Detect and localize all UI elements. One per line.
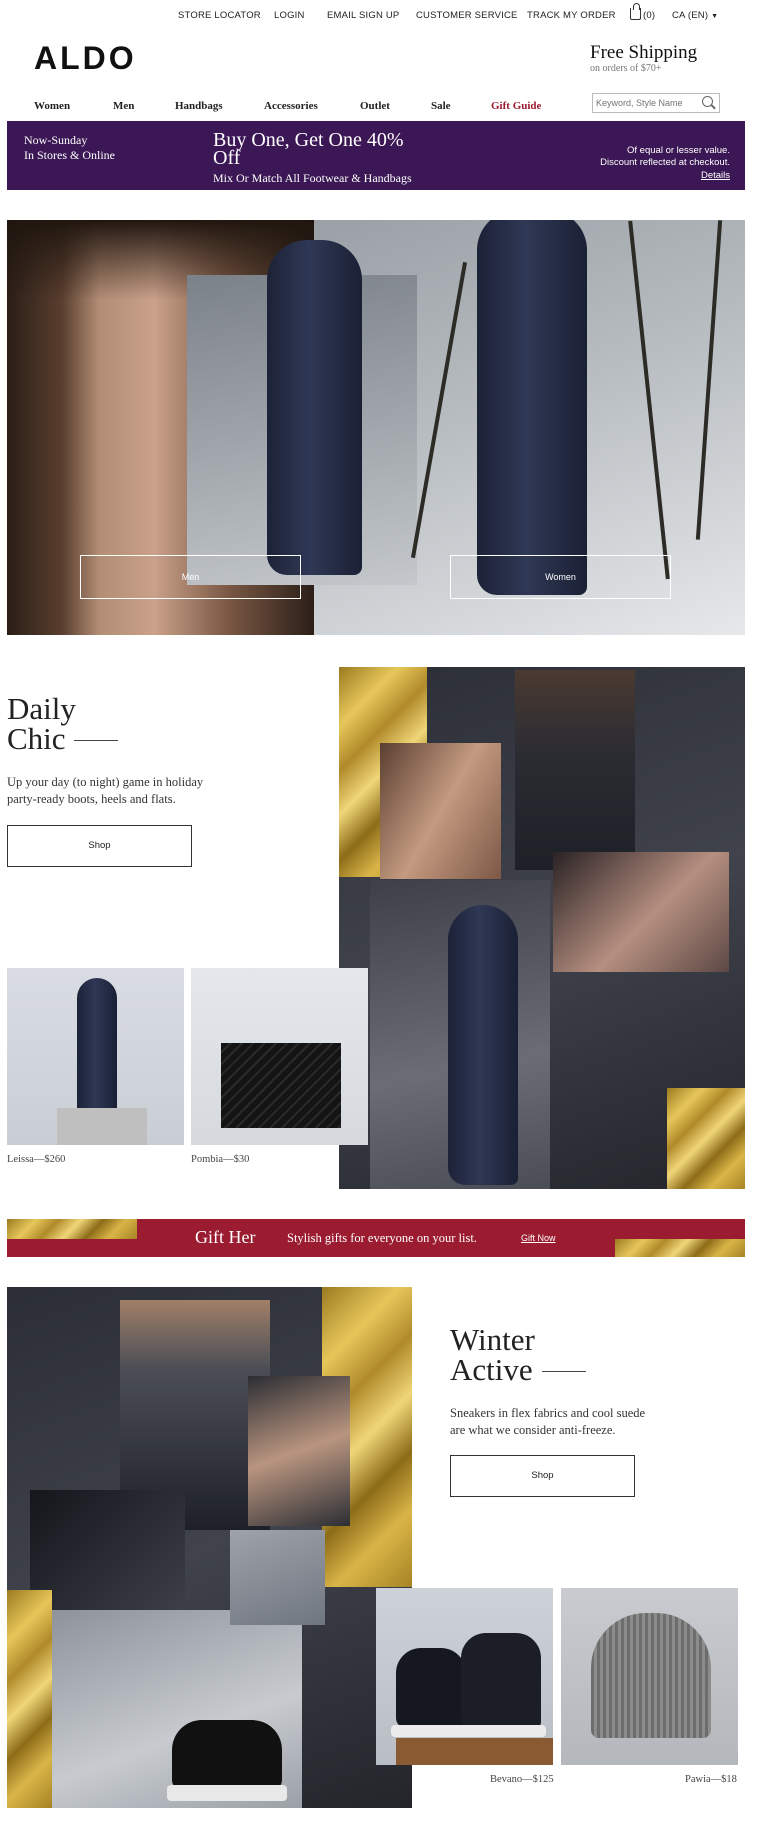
winter-active-shop-button[interactable]: Shop [450, 1455, 635, 1497]
sneaker-image [396, 1648, 466, 1728]
store-locator-link[interactable]: STORE LOCATOR [178, 10, 261, 21]
promo-subline: Mix Or Match All Footwear & Handbags [213, 171, 412, 185]
bag-count[interactable]: (0) [643, 10, 655, 21]
daily-chic-text-line2: party-ready boots, heels and flats. [7, 792, 176, 806]
clutch-bag [221, 1043, 341, 1128]
title-divider [74, 740, 118, 741]
daily-chic-title-line2: Chic [7, 721, 66, 756]
nav-item-sale[interactable]: Sale [431, 100, 451, 112]
boot-image-left [267, 240, 362, 575]
search-icon[interactable] [702, 96, 713, 107]
promo-terms-line1: Of equal or lesser value. [627, 145, 730, 156]
beanie-image [591, 1613, 711, 1738]
nav-item-women[interactable]: Women [34, 100, 70, 112]
hand-detail-photo [30, 1490, 185, 1610]
gift-banner-text: Stylish gifts for everyone on your list. [287, 1231, 477, 1245]
boot-image-right [477, 220, 587, 595]
pedestal [57, 1108, 147, 1145]
product-image-pawia[interactable] [561, 1588, 738, 1765]
search-input[interactable] [596, 95, 696, 111]
winter-active-text: Sneakers in flex fabrics and cool suede … [450, 1405, 645, 1439]
promo-terms: Of equal or lesser value. Discount refle… [600, 145, 730, 169]
chevron-down-icon: ▼ [711, 13, 719, 20]
promo-banner: Now-Sunday In Stores & Online Buy One, G… [7, 121, 745, 190]
daily-chic-text: Up your day (to night) game in holiday p… [7, 774, 203, 808]
legs-photo [553, 852, 729, 972]
gold-foil-panel [667, 1088, 745, 1189]
gold-foil-panel [7, 1590, 52, 1808]
promo-dates: Now-Sunday In Stores & Online [24, 133, 115, 163]
model-photo [515, 670, 635, 870]
aldo-logo[interactable]: ALDO [34, 40, 137, 77]
sneaker-photo [52, 1610, 302, 1808]
locale-label: CA (EN) [672, 10, 709, 21]
free-shipping-title: Free Shipping [590, 42, 698, 63]
earring-photo [380, 743, 501, 879]
sneaker-image [172, 1720, 282, 1790]
hero-men-button[interactable]: Men [80, 555, 301, 599]
utility-bar: STORE LOCATOR LOGIN EMAIL SIGN UP CUSTOM… [0, 0, 760, 32]
promo-headline: Buy One, Get One 40% Off [213, 129, 404, 169]
nav-item-handbags[interactable]: Handbags [175, 100, 223, 112]
gift-now-link[interactable]: Gift Now [521, 1233, 556, 1243]
nav-item-outlet[interactable]: Outlet [360, 100, 390, 112]
promo-dates-line1: Now-Sunday [24, 133, 88, 147]
product-image-bevano[interactable] [376, 1588, 553, 1765]
gold-foil-strip [615, 1239, 745, 1257]
product-caption-pawia[interactable]: Pawia—$18 [685, 1774, 737, 1785]
customer-service-link[interactable]: CUSTOMER SERVICE [416, 10, 518, 21]
product-image-pombia[interactable] [191, 968, 368, 1145]
promo-terms-line2: Discount reflected at checkout. [600, 157, 730, 168]
daily-chic-title: Daily Chic [7, 691, 76, 756]
search-box [592, 93, 720, 113]
login-link[interactable]: LOGIN [274, 10, 305, 21]
email-signup-link[interactable]: EMAIL SIGN UP [327, 10, 399, 21]
sneaker-detail-photo [230, 1530, 325, 1625]
nav-item-accessories[interactable]: Accessories [264, 100, 318, 112]
boot-image [448, 905, 518, 1185]
title-divider [542, 1371, 586, 1372]
winter-active-title: Winter Active [450, 1322, 535, 1387]
shopping-bag-icon[interactable] [630, 3, 641, 20]
promo-details-link[interactable]: Details [701, 170, 730, 181]
wood-base [396, 1738, 553, 1765]
hero-women-button[interactable]: Women [450, 555, 671, 599]
sneaker-sole [391, 1725, 546, 1737]
hand-photo [248, 1376, 350, 1526]
gift-banner: Gift Her Stylish gifts for everyone on y… [7, 1219, 745, 1257]
promo-dates-line2: In Stores & Online [24, 148, 115, 162]
daily-chic-title-line1: Daily [7, 691, 76, 726]
product-caption-pombia[interactable]: Pombia—$30 [191, 1154, 249, 1165]
daily-chic-text-line1: Up your day (to night) game in holiday [7, 775, 204, 789]
boot-image [77, 978, 117, 1128]
product-image-leissa[interactable] [7, 968, 184, 1145]
winter-active-title-line2: Active [450, 1352, 533, 1387]
sneaker-sole [167, 1785, 287, 1801]
gold-foil-strip [7, 1219, 137, 1239]
daily-chic-shop-button[interactable]: Shop [7, 825, 192, 867]
sneaker-image [461, 1633, 541, 1728]
winter-active-title-line1: Winter [450, 1322, 535, 1357]
winter-active-text-line1: Sneakers in flex fabrics and cool suede [450, 1406, 646, 1420]
locale-selector[interactable]: CA (EN) ▼ [672, 10, 718, 21]
winter-active-text-line2: are what we consider anti-freeze. [450, 1423, 616, 1437]
nav-item-gift-guide[interactable]: Gift Guide [491, 100, 541, 112]
product-caption-leissa[interactable]: Leissa—$260 [7, 1154, 65, 1165]
gift-banner-title: Gift Her [195, 1227, 256, 1247]
hero-banner: Men Women [7, 220, 745, 635]
nav-item-men[interactable]: Men [113, 100, 134, 112]
track-order-link[interactable]: TRACK MY ORDER [527, 10, 616, 21]
free-shipping-subtitle: on orders of $70+ [590, 63, 662, 74]
product-caption-bevano[interactable]: Bevano—$125 [490, 1774, 554, 1785]
